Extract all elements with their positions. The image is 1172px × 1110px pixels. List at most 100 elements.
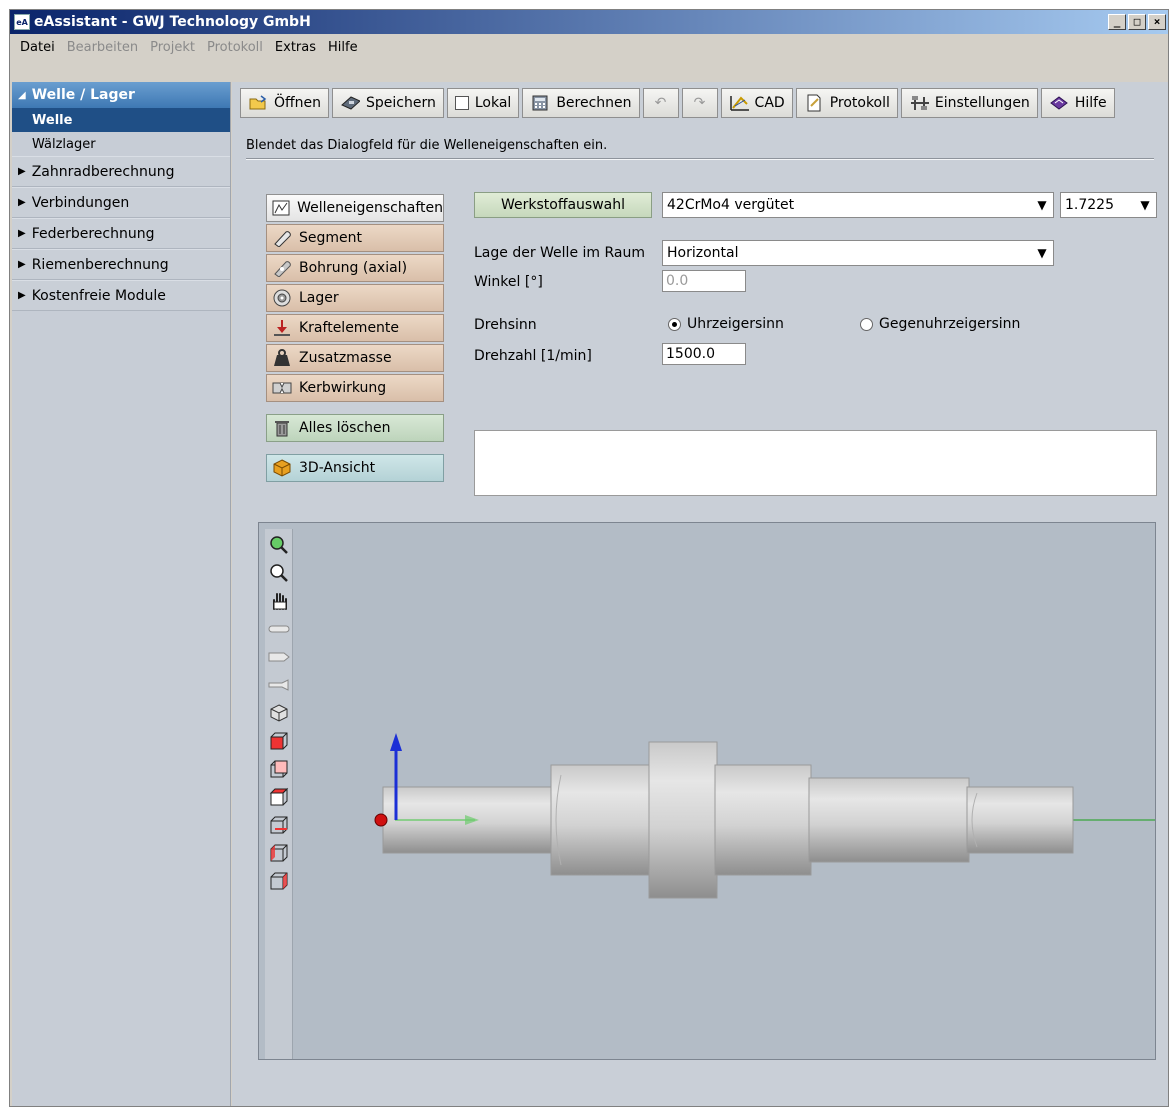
save-label: Speichern [366, 95, 436, 111]
minimize-button[interactable]: _ [1108, 14, 1126, 30]
view-iso-icon[interactable] [267, 673, 291, 697]
sidebar-item-waelzlager[interactable]: Wälzlager [12, 132, 230, 156]
bearing-button[interactable]: Lager [266, 284, 444, 312]
segment-button[interactable]: Segment [266, 224, 444, 252]
sidebar-group-welle-lager[interactable]: ◢ Welle / Lager [12, 82, 230, 108]
viewer-toolbar [265, 529, 293, 1059]
cube-view-front-icon[interactable] [267, 729, 291, 753]
counterclockwise-label: Gegenuhrzeigersinn [879, 316, 1021, 332]
title-bar: eA eAssistant - GWJ Technology GmbH _ □ … [10, 10, 1168, 34]
expand-arrow-icon: ▶ [18, 259, 26, 270]
menu-projekt[interactable]: Projekt [144, 40, 201, 55]
sidebar-group-kostenfrei[interactable]: ▶ Kostenfreie Module [12, 280, 230, 311]
shaft-properties-form: Werkstoffauswahl 42CrMo4 vergütet ▼ 1.72… [468, 82, 1168, 502]
notch-icon [271, 378, 293, 398]
shaft-properties-icon [271, 198, 291, 218]
menu-bearbeiten[interactable]: Bearbeiten [61, 40, 144, 55]
speed-field[interactable]: 1500.0 [662, 343, 746, 365]
sidebar-item-welle[interactable]: Welle [12, 108, 230, 132]
menu-hilfe[interactable]: Hilfe [322, 40, 364, 55]
clockwise-label: Uhrzeigersinn [687, 316, 784, 332]
view-front-icon[interactable] [267, 617, 291, 641]
maximize-button[interactable]: □ [1128, 14, 1146, 30]
material-number-select[interactable]: 1.7225 ▼ [1060, 192, 1157, 218]
cube-view-top-icon[interactable] [267, 785, 291, 809]
cube-view-bottom-icon[interactable] [267, 813, 291, 837]
clear-all-label: Alles löschen [299, 420, 391, 436]
sidebar-group-label: Verbindungen [31, 194, 130, 211]
shaft-segment-2 [550, 764, 652, 876]
open-button[interactable]: Öffnen [240, 88, 330, 118]
chevron-down-icon[interactable]: ▼ [1031, 241, 1053, 265]
sidebar-group-riemen[interactable]: ▶ Riemenberechnung [12, 249, 230, 280]
position-select[interactable]: Horizontal ▼ [662, 240, 1054, 266]
force-elements-button[interactable]: Kraftelemente [266, 314, 444, 342]
notch-effect-button[interactable]: Kerbwirkung [266, 374, 444, 402]
checkbox-box[interactable] [454, 96, 469, 110]
zoom-in-icon[interactable] [267, 533, 291, 557]
additional-mass-button[interactable]: Zusatzmasse [266, 344, 444, 372]
app-icon: eA [14, 14, 30, 30]
material-number-value: 1.7225 [1065, 197, 1114, 213]
bore-button[interactable]: Bohrung (axial) [266, 254, 444, 282]
sidebar-group-feder[interactable]: ▶ Federberechnung [12, 218, 230, 249]
shaft-properties-label: Welleneigenschaften [297, 200, 443, 216]
view-3d-button[interactable]: 3D-Ansicht [266, 454, 444, 482]
close-button[interactable]: × [1148, 14, 1166, 30]
message-box [474, 430, 1157, 496]
cube-view-right-icon[interactable] [267, 869, 291, 893]
bearing-icon [271, 288, 293, 308]
angle-label: Winkel [°] [474, 274, 543, 290]
view-side-icon[interactable] [267, 645, 291, 669]
material-selection-button[interactable]: Werkstoffauswahl [474, 192, 652, 218]
cube-view-left-icon[interactable] [267, 841, 291, 865]
chevron-down-icon[interactable]: ▼ [1134, 193, 1156, 217]
shaft-properties-button[interactable]: Welleneigenschaften [266, 194, 444, 222]
clear-all-button[interactable]: Alles löschen [266, 414, 444, 442]
weight-icon [271, 348, 293, 368]
material-value: 42CrMo4 vergütet [667, 197, 795, 213]
bore-label: Bohrung (axial) [299, 260, 408, 276]
additional-mass-label: Zusatzmasse [299, 350, 392, 366]
menu-datei[interactable]: Datei [14, 40, 61, 55]
main-panel: Öffnen Speichern Lokal Berechnen ↶ ↷ CAD… [232, 82, 1168, 1106]
save-disk-icon [340, 94, 361, 112]
force-arrow-icon [271, 318, 293, 338]
shaft-3d-model [374, 733, 1155, 899]
force-elements-label: Kraftelemente [299, 320, 400, 336]
sidebar: ◢ Welle / Lager Welle Wälzlager ▶ Zahnra… [12, 82, 231, 1106]
radio-button-selected[interactable] [668, 317, 681, 331]
cube-view-back-icon[interactable] [267, 757, 291, 781]
zoom-icon[interactable] [267, 561, 291, 585]
menu-bar: Datei Bearbeiten Projekt Protokoll Extra… [10, 34, 1168, 60]
save-button[interactable]: Speichern [332, 88, 444, 118]
menu-protokoll[interactable]: Protokoll [201, 40, 269, 55]
radio-clockwise[interactable]: Uhrzeigersinn [668, 316, 784, 332]
angle-field[interactable]: 0.0 [662, 270, 746, 292]
bore-icon [271, 258, 293, 278]
sidebar-group-label: Welle / Lager [31, 87, 135, 103]
pan-hand-icon[interactable] [267, 589, 291, 613]
3d-viewer[interactable] [258, 522, 1156, 1060]
notch-effect-label: Kerbwirkung [299, 380, 387, 396]
chevron-down-icon[interactable]: ▼ [1031, 193, 1053, 217]
collapse-arrow-icon: ◢ [18, 89, 26, 101]
radio-counterclockwise[interactable]: Gegenuhrzeigersinn [860, 316, 1020, 332]
menu-extras[interactable]: Extras [269, 40, 322, 55]
element-buttons: Welleneigenschaften Segment Bohrung (axi… [266, 194, 444, 484]
radio-button[interactable] [860, 317, 873, 331]
shaft-segment-4 [714, 764, 812, 876]
sidebar-group-label: Zahnradberechnung [31, 163, 175, 180]
cube-wire-icon[interactable] [267, 701, 291, 725]
sidebar-group-label: Federberechnung [31, 225, 155, 242]
sidebar-group-verbindungen[interactable]: ▶ Verbindungen [12, 187, 230, 218]
shaft-segment-5 [808, 777, 970, 863]
open-label: Öffnen [274, 95, 322, 111]
expand-arrow-icon: ▶ [18, 228, 26, 239]
position-value: Horizontal [667, 245, 739, 261]
material-select[interactable]: 42CrMo4 vergütet ▼ [662, 192, 1054, 218]
open-folder-icon [248, 94, 268, 112]
bearing-label: Lager [299, 290, 339, 306]
speed-label: Drehzahl [1/min] [474, 348, 592, 364]
sidebar-group-zahnrad[interactable]: ▶ Zahnradberechnung [12, 156, 230, 187]
